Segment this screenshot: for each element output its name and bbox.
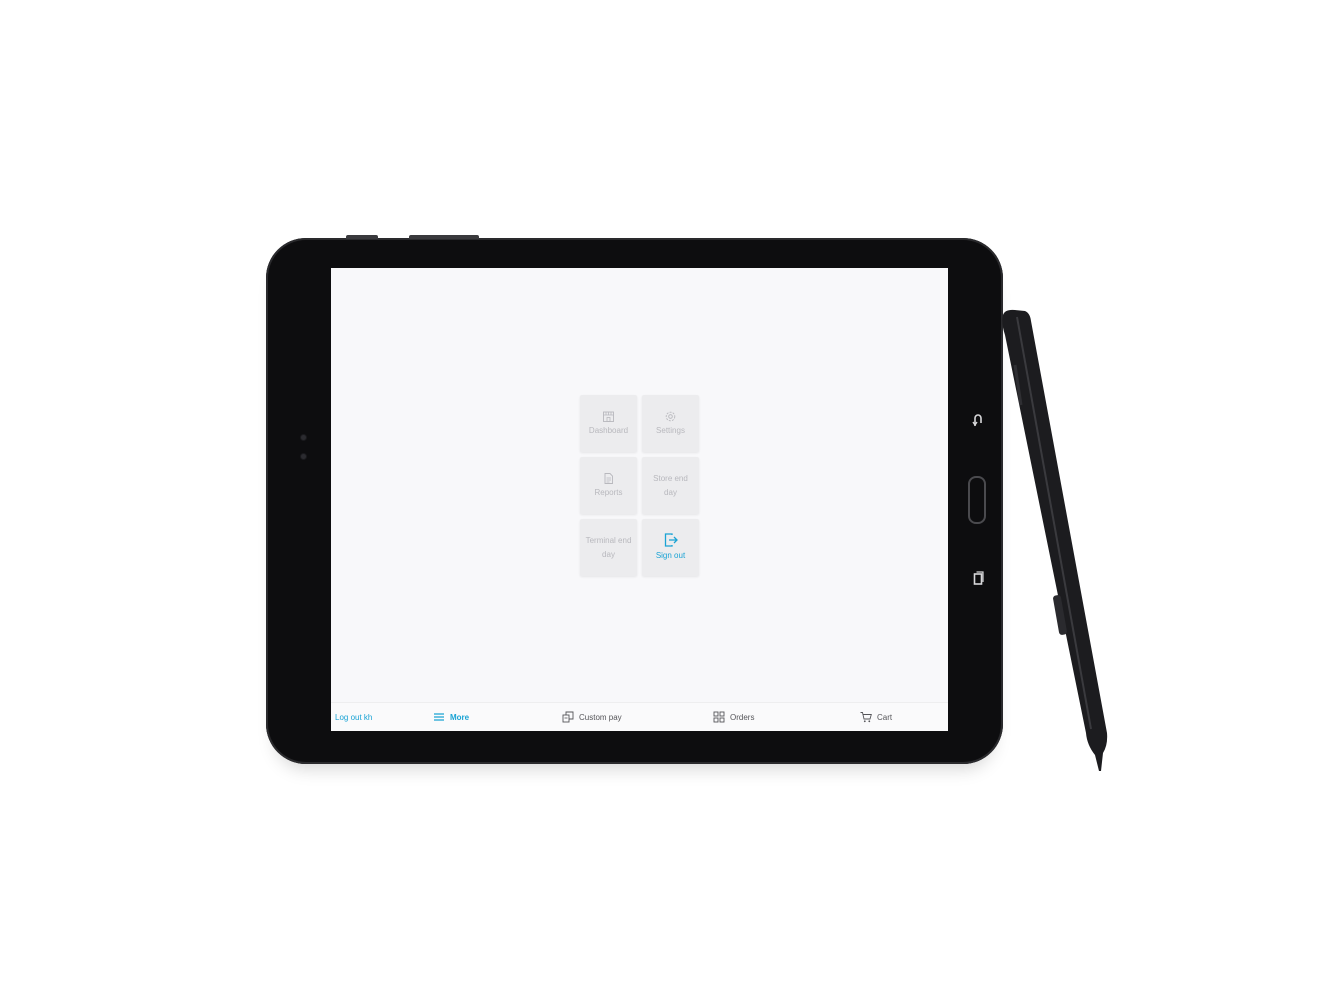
store-icon (603, 411, 614, 422)
product-scene: Dashboard Settings Reports Store end day (0, 0, 1333, 1000)
log-out-label: Log out kh (335, 712, 373, 722)
terminal-end-day-tile[interactable]: Terminal end day (580, 519, 637, 576)
cart-button[interactable]: Cart (860, 703, 892, 731)
sign-out-icon (664, 533, 678, 547)
more-button[interactable]: More (433, 703, 469, 731)
recent-apps-key-icon (973, 571, 984, 585)
orders-label: Orders (730, 712, 755, 722)
back-key-icon (972, 414, 982, 427)
dashboard-label: Dashboard (588, 425, 629, 435)
sign-out-tile[interactable]: Sign out (642, 519, 699, 576)
settings-tile[interactable]: Settings (642, 395, 699, 452)
sign-out-label: Sign out (655, 551, 686, 560)
custom-pay-button[interactable]: Custom pay (562, 703, 622, 731)
cart-icon (860, 712, 872, 723)
sensor-dot (301, 454, 306, 459)
cart-label: Cart (877, 712, 893, 722)
gear-icon (665, 411, 676, 421)
hamburger-icon (434, 713, 444, 721)
store-end-day-label: Store end day (653, 473, 688, 497)
dashboard-tile[interactable]: Dashboard (580, 395, 637, 452)
home-button (968, 476, 986, 524)
reports-tile[interactable]: Reports (580, 457, 637, 514)
app-screen: Dashboard Settings Reports Store end day (331, 268, 948, 731)
terminal-end-day-label: Terminal end day (585, 535, 632, 559)
volume-button (346, 235, 378, 239)
orders-grid-icon (713, 711, 725, 723)
reports-label: Reports (594, 487, 623, 497)
custom-pay-icon (562, 711, 574, 723)
bottom-nav-bar: Log out kh More Custom pay Orders Cart (331, 702, 948, 731)
settings-label: Settings (656, 425, 685, 435)
camera-lens (301, 435, 306, 440)
report-icon (604, 472, 613, 484)
orders-button[interactable]: Orders (713, 703, 754, 731)
log-out-link[interactable]: Log out kh (335, 703, 372, 731)
stylus-pen (1002, 309, 1108, 771)
store-end-day-tile[interactable]: Store end day (642, 457, 699, 514)
more-label: More (450, 712, 470, 722)
custom-pay-label: Custom pay (579, 712, 622, 722)
power-button (409, 235, 479, 239)
more-menu-grid: Dashboard Settings Reports Store end day (580, 395, 699, 576)
